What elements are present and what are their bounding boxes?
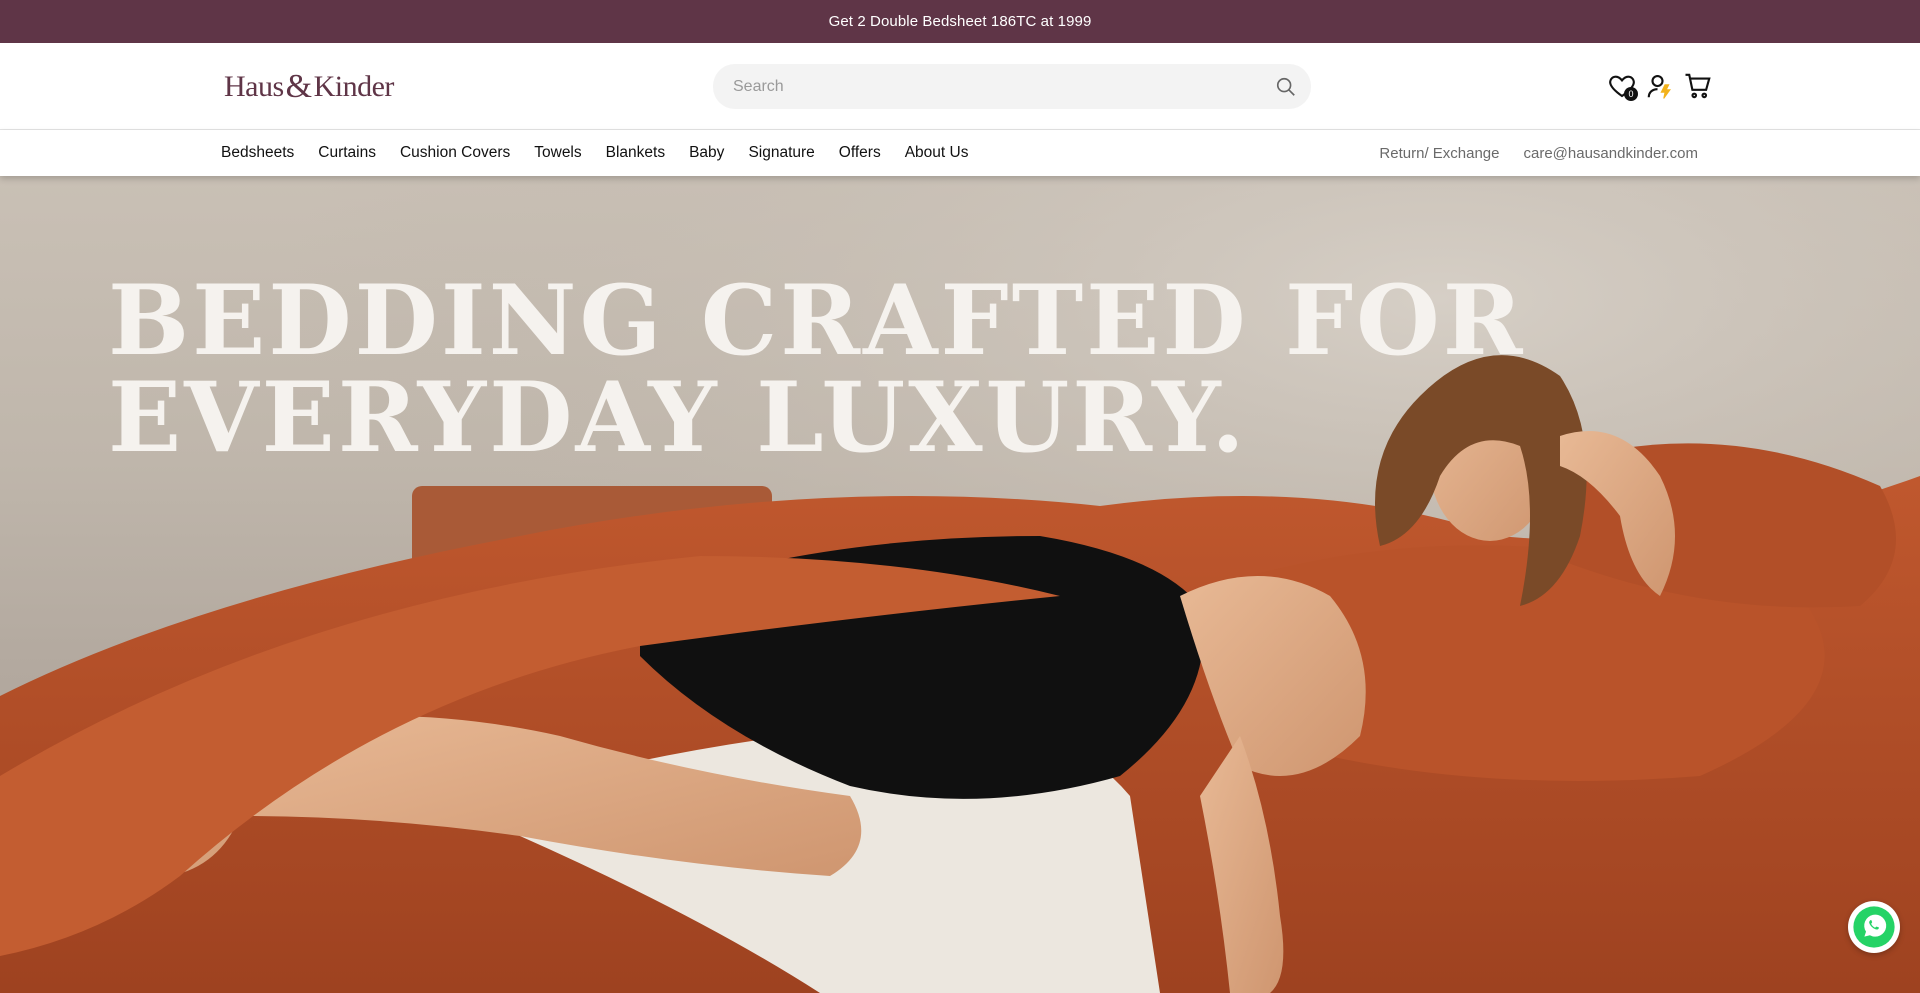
logo-part2: Kinder xyxy=(313,70,395,103)
hero-banner[interactable]: BEDDING CRAFTED FOR EVERYDAY LUXURY. xyxy=(0,176,1920,993)
hero-title-line2: EVERYDAY LUXURY. xyxy=(108,361,1248,474)
search-icon[interactable] xyxy=(1275,76,1297,98)
nav-item-offers[interactable]: Offers xyxy=(839,144,881,162)
search-input[interactable] xyxy=(733,64,1253,109)
return-exchange-link[interactable]: Return/ Exchange xyxy=(1379,145,1499,162)
hero-headline: BEDDING CRAFTED FOR EVERYDAY LUXURY. xyxy=(108,272,1526,466)
nav-item-blankets[interactable]: Blankets xyxy=(606,144,665,162)
hero-title-line1: BEDDING CRAFTED FOR xyxy=(108,264,1526,377)
whatsapp-chat-button[interactable] xyxy=(1848,901,1900,953)
nav-item-bedsheets[interactable]: Bedsheets xyxy=(221,144,294,162)
announcement-bar: Get 2 Double Bedsheet 186TC at 1999 xyxy=(0,0,1920,43)
cart-icon xyxy=(1685,73,1711,99)
wishlist-button[interactable]: 0 xyxy=(1607,71,1639,103)
nav-item-curtains[interactable]: Curtains xyxy=(318,144,376,162)
brand-logo[interactable]: Haus & Kinder xyxy=(224,68,394,106)
nav-item-baby[interactable]: Baby xyxy=(689,144,724,162)
cart-button[interactable] xyxy=(1683,71,1715,103)
support-email-link[interactable]: care@hausandkinder.com xyxy=(1524,145,1699,162)
announcement-text: Get 2 Double Bedsheet 186TC at 1999 xyxy=(828,13,1092,30)
site-header: Haus & Kinder 0 xyxy=(0,43,1920,130)
main-navigation: Bedsheets Curtains Cushion Covers Towels… xyxy=(0,130,1920,176)
nav-item-signature[interactable]: Signature xyxy=(748,144,814,162)
account-button[interactable] xyxy=(1645,71,1677,103)
utility-links: Return/ Exchange care@hausandkinder.com xyxy=(1355,130,1698,176)
whatsapp-icon xyxy=(1853,906,1895,948)
search-bar xyxy=(713,64,1311,109)
wishlist-count-badge: 0 xyxy=(1624,87,1638,101)
nav-item-cushion-covers[interactable]: Cushion Covers xyxy=(400,144,510,162)
nav-item-towels[interactable]: Towels xyxy=(534,144,581,162)
category-menu: Bedsheets Curtains Cushion Covers Towels… xyxy=(221,130,992,176)
logo-amp: & xyxy=(285,68,312,105)
nav-item-about-us[interactable]: About Us xyxy=(905,144,969,162)
logo-part1: Haus xyxy=(224,70,284,103)
user-icon xyxy=(1647,74,1671,99)
